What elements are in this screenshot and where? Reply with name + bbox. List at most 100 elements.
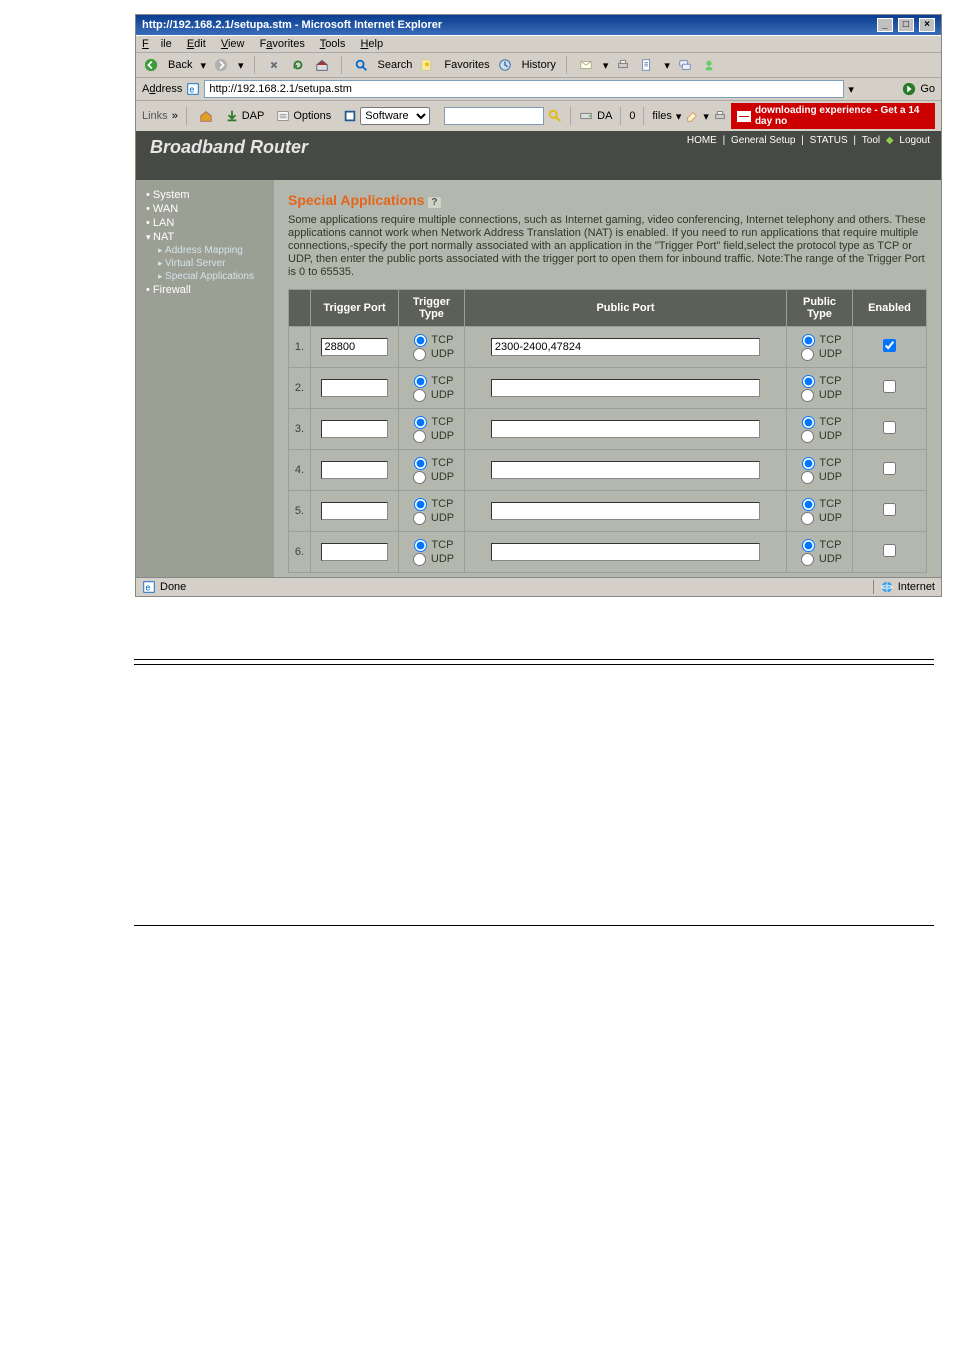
dap-options-button[interactable]: Options bbox=[272, 108, 335, 124]
enabled-checkbox[interactable] bbox=[883, 462, 896, 475]
refresh-button[interactable] bbox=[289, 56, 307, 74]
sidebar-item-system[interactable]: System bbox=[146, 188, 274, 202]
enabled-checkbox[interactable] bbox=[883, 421, 896, 434]
public-type-tcp[interactable]: TCP bbox=[802, 416, 842, 428]
menu-view[interactable]: View bbox=[221, 38, 245, 50]
trigger-type-udp[interactable]: UDP bbox=[413, 348, 454, 360]
public-type-udp[interactable]: UDP bbox=[801, 553, 842, 565]
dap-files-dropdown[interactable]: ▾ bbox=[676, 110, 682, 123]
trigger-type-udp[interactable]: UDP bbox=[413, 471, 454, 483]
home-button[interactable] bbox=[313, 56, 331, 74]
enabled-checkbox[interactable] bbox=[883, 339, 896, 352]
menu-edit[interactable]: Edit bbox=[187, 38, 206, 50]
public-port-input[interactable] bbox=[491, 461, 760, 479]
edit-button[interactable] bbox=[638, 56, 656, 74]
enabled-checkbox[interactable] bbox=[883, 380, 896, 393]
sidebar-item-nat[interactable]: NAT bbox=[146, 230, 274, 244]
favorites-icon[interactable] bbox=[418, 56, 436, 74]
sidebar-item-lan[interactable]: LAN bbox=[146, 216, 274, 230]
menu-file[interactable]: File bbox=[142, 38, 172, 50]
sidebar-item-special-applications[interactable]: Special Applications bbox=[158, 270, 274, 283]
stop-button[interactable] bbox=[265, 56, 283, 74]
forward-button[interactable] bbox=[212, 56, 230, 74]
trigger-type-udp[interactable]: UDP bbox=[413, 553, 454, 565]
nav-status[interactable]: STATUS bbox=[810, 135, 848, 146]
menu-favorites[interactable]: Favorites bbox=[260, 38, 305, 50]
public-type-udp[interactable]: UDP bbox=[801, 430, 842, 442]
public-type-tcp[interactable]: TCP bbox=[802, 375, 842, 387]
help-icon[interactable]: ? bbox=[428, 197, 440, 208]
close-button[interactable]: × bbox=[919, 18, 935, 32]
address-dropdown[interactable]: ▾ bbox=[848, 83, 854, 96]
menu-help[interactable]: Help bbox=[360, 38, 383, 50]
public-type-tcp[interactable]: TCP bbox=[802, 539, 842, 551]
nav-tool[interactable]: Tool bbox=[862, 135, 880, 146]
messenger-button[interactable] bbox=[700, 56, 718, 74]
public-type-udp[interactable]: UDP bbox=[801, 389, 842, 401]
public-type-tcp[interactable]: TCP bbox=[802, 498, 842, 510]
dap-search-button[interactable] bbox=[548, 109, 562, 123]
trigger-type-tcp[interactable]: TCP bbox=[414, 498, 454, 510]
trigger-type-tcp[interactable]: TCP bbox=[414, 416, 454, 428]
menu-tools[interactable]: Tools bbox=[320, 38, 346, 50]
public-type-tcp[interactable]: TCP bbox=[802, 334, 842, 346]
public-type-tcp[interactable]: TCP bbox=[802, 457, 842, 469]
mail-dropdown[interactable]: ▾ bbox=[603, 59, 609, 72]
trigger-port-input[interactable] bbox=[321, 338, 389, 356]
maximize-button[interactable]: □ bbox=[898, 18, 914, 32]
dap-home-button[interactable] bbox=[195, 108, 217, 124]
sidebar-item-firewall[interactable]: Firewall bbox=[146, 283, 274, 297]
trigger-port-input[interactable] bbox=[321, 461, 389, 479]
links-expand[interactable]: » bbox=[172, 110, 178, 122]
dap-print-button[interactable] bbox=[713, 109, 727, 123]
dap-drive-button[interactable] bbox=[579, 109, 593, 123]
nav-home[interactable]: HOME bbox=[687, 135, 717, 146]
public-type-udp[interactable]: UDP bbox=[801, 471, 842, 483]
history-icon[interactable] bbox=[496, 56, 514, 74]
edit-dropdown[interactable]: ▾ bbox=[664, 59, 670, 72]
go-button[interactable]: Go bbox=[920, 83, 935, 95]
back-button[interactable] bbox=[142, 56, 160, 74]
public-port-input[interactable] bbox=[491, 379, 760, 397]
dap-button[interactable]: DAP bbox=[221, 108, 269, 124]
promo-banner[interactable]: — downloading experience - Get a 14 day … bbox=[731, 103, 935, 129]
dap-search-input[interactable] bbox=[444, 107, 544, 125]
discuss-button[interactable] bbox=[676, 56, 694, 74]
mail-button[interactable] bbox=[577, 56, 595, 74]
nav-logout[interactable]: Logout bbox=[899, 135, 930, 146]
enabled-checkbox[interactable] bbox=[883, 544, 896, 557]
public-type-udp[interactable]: UDP bbox=[801, 512, 842, 524]
links-label[interactable]: Links bbox=[142, 110, 168, 122]
minimize-button[interactable]: _ bbox=[877, 18, 893, 32]
dap-eraser-button[interactable] bbox=[685, 109, 699, 123]
trigger-type-tcp[interactable]: TCP bbox=[414, 539, 454, 551]
trigger-type-udp[interactable]: UDP bbox=[413, 389, 454, 401]
forward-dropdown[interactable]: ▾ bbox=[238, 59, 244, 72]
enabled-checkbox[interactable] bbox=[883, 503, 896, 516]
trigger-port-input[interactable] bbox=[321, 543, 389, 561]
sidebar-item-wan[interactable]: WAN bbox=[146, 202, 274, 216]
trigger-type-tcp[interactable]: TCP bbox=[414, 334, 454, 346]
dap-software-select[interactable]: Software bbox=[360, 107, 430, 125]
trigger-type-tcp[interactable]: TCP bbox=[414, 457, 454, 469]
print-button[interactable] bbox=[614, 56, 632, 74]
trigger-port-input[interactable] bbox=[321, 420, 389, 438]
address-input[interactable] bbox=[204, 80, 844, 98]
trigger-port-input[interactable] bbox=[321, 502, 389, 520]
sidebar-item-address-mapping[interactable]: Address Mapping bbox=[158, 244, 274, 257]
dap-software-dropdown[interactable]: Software bbox=[339, 106, 434, 126]
public-port-input[interactable] bbox=[491, 502, 760, 520]
dap-files[interactable]: files bbox=[652, 110, 672, 122]
trigger-type-tcp[interactable]: TCP bbox=[414, 375, 454, 387]
public-port-input[interactable] bbox=[491, 338, 760, 356]
public-port-input[interactable] bbox=[491, 543, 760, 561]
public-port-input[interactable] bbox=[491, 420, 760, 438]
trigger-port-input[interactable] bbox=[321, 379, 389, 397]
public-type-udp[interactable]: UDP bbox=[801, 348, 842, 360]
back-dropdown[interactable]: ▾ bbox=[200, 59, 206, 72]
trigger-type-udp[interactable]: UDP bbox=[413, 512, 454, 524]
trigger-type-udp[interactable]: UDP bbox=[413, 430, 454, 442]
sidebar-item-virtual-server[interactable]: Virtual Server bbox=[158, 257, 274, 270]
go-icon[interactable] bbox=[902, 82, 916, 96]
nav-general-setup[interactable]: General Setup bbox=[731, 135, 796, 146]
